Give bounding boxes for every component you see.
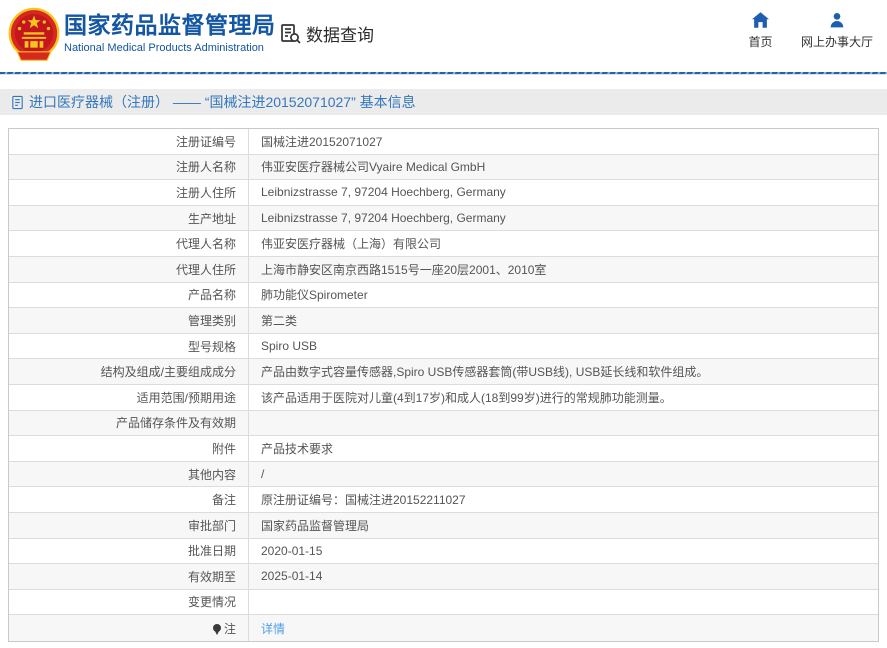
table-row: 变更情况 bbox=[9, 590, 878, 616]
row-label: 备注 bbox=[9, 487, 249, 512]
row-value bbox=[249, 590, 878, 615]
row-label: 附件 bbox=[9, 436, 249, 461]
table-row: 结构及组成/主要组成成分产品由数字式容量传感器,Spiro USB传感器套筒(带… bbox=[9, 359, 878, 385]
table-row: 产品名称肺功能仪Spirometer bbox=[9, 283, 878, 309]
row-label: 批准日期 bbox=[9, 539, 249, 564]
row-value: Spiro USB bbox=[249, 334, 878, 359]
page: 国家药品监督管理局 National Medical Products Admi… bbox=[0, 0, 887, 648]
quick-link-home[interactable]: 首页 bbox=[733, 12, 788, 50]
row-label: 注册人住所 bbox=[9, 180, 249, 205]
site-subtitle: National Medical Products Administration bbox=[64, 42, 276, 54]
row-value: 产品技术要求 bbox=[249, 436, 878, 461]
row-value: 第二类 bbox=[249, 308, 878, 333]
person-icon bbox=[829, 12, 845, 28]
breadcrumb-text: 进口医疗器械（注册） —— “国械注进20152071027” 基本信息 bbox=[29, 92, 416, 112]
row-value: 肺功能仪Spirometer bbox=[249, 283, 878, 308]
row-value: 上海市静安区南京西路1515号一座20层2001、2010室 bbox=[249, 257, 878, 282]
row-label: 产品名称 bbox=[9, 283, 249, 308]
row-label: 代理人住所 bbox=[9, 257, 249, 282]
row-value bbox=[249, 411, 878, 436]
row-label: 代理人名称 bbox=[9, 231, 249, 256]
table-row: 审批部门国家药品监督管理局 bbox=[9, 513, 878, 539]
table-row: 附件产品技术要求 bbox=[9, 436, 878, 462]
row-label: 生产地址 bbox=[9, 206, 249, 231]
info-table: 注册证编号国械注进20152071027注册人名称伟亚安医疗器械公司Vyaire… bbox=[8, 128, 879, 642]
row-value: Leibnizstrasse 7, 97204 Hoechberg, Germa… bbox=[249, 180, 878, 205]
row-value: 产品由数字式容量传感器,Spiro USB传感器套筒(带USB线), USB延长… bbox=[249, 359, 878, 384]
nav-data-query-label: 数据查询 bbox=[306, 21, 374, 46]
national-emblem-logo bbox=[6, 7, 62, 65]
quick-link-online-hall-label: 网上办事大厅 bbox=[793, 33, 881, 50]
row-label: 注册人名称 bbox=[9, 155, 249, 180]
row-label: 审批部门 bbox=[9, 513, 249, 538]
row-value: 2025-01-14 bbox=[249, 564, 878, 589]
table-row: 生产地址Leibnizstrasse 7, 97204 Hoechberg, G… bbox=[9, 206, 878, 232]
row-value: 国械注进20152071027 bbox=[249, 129, 878, 154]
brand-block: 国家药品监督管理局 National Medical Products Admi… bbox=[64, 11, 276, 54]
row-label: 其他内容 bbox=[9, 462, 249, 487]
site-header: 国家药品监督管理局 National Medical Products Admi… bbox=[0, 0, 887, 75]
table-row: 其他内容/ bbox=[9, 462, 878, 488]
row-label: 变更情况 bbox=[9, 590, 249, 615]
row-value: 原注册证编号：国械注进20152211027 bbox=[249, 487, 878, 512]
quick-link-home-label: 首页 bbox=[733, 33, 788, 50]
row-label: 型号规格 bbox=[9, 334, 249, 359]
row-label: 注 bbox=[9, 615, 249, 641]
table-row: 代理人名称伟亚安医疗器械（上海）有限公司 bbox=[9, 231, 878, 257]
table-row: 有效期至2025-01-14 bbox=[9, 564, 878, 590]
row-value: 伟亚安医疗器械（上海）有限公司 bbox=[249, 231, 878, 256]
table-row: 代理人住所上海市静安区南京西路1515号一座20层2001、2010室 bbox=[9, 257, 878, 283]
table-row: 注册人名称伟亚安医疗器械公司Vyaire Medical GmbH bbox=[9, 155, 878, 181]
header-divider bbox=[0, 72, 887, 75]
row-label: 结构及组成/主要组成成分 bbox=[9, 359, 249, 384]
table-row: 备注原注册证编号：国械注进20152211027 bbox=[9, 487, 878, 513]
table-row: 型号规格Spiro USB bbox=[9, 334, 878, 360]
row-value: 详情 bbox=[249, 615, 878, 641]
table-row: 管理类别第二类 bbox=[9, 308, 878, 334]
row-label: 适用范围/预期用途 bbox=[9, 385, 249, 410]
home-icon bbox=[752, 12, 769, 28]
table-row: 注册人住所Leibnizstrasse 7, 97204 Hoechberg, … bbox=[9, 180, 878, 206]
document-icon bbox=[10, 95, 25, 110]
row-value: 2020-01-15 bbox=[249, 539, 878, 564]
pin-icon bbox=[213, 624, 221, 632]
row-value: 国家药品监督管理局 bbox=[249, 513, 878, 538]
quick-link-online-hall[interactable]: 网上办事大厅 bbox=[793, 12, 881, 50]
row-label: 注册证编号 bbox=[9, 129, 249, 154]
table-row: 批准日期2020-01-15 bbox=[9, 539, 878, 565]
detail-link[interactable]: 详情 bbox=[261, 620, 285, 637]
row-value: / bbox=[249, 462, 878, 487]
nav-data-query[interactable]: 数据查询 bbox=[278, 21, 374, 46]
table-row: 产品储存条件及有效期 bbox=[9, 411, 878, 437]
row-value: Leibnizstrasse 7, 97204 Hoechberg, Germa… bbox=[249, 206, 878, 231]
document-search-icon bbox=[278, 22, 302, 46]
row-label: 管理类别 bbox=[9, 308, 249, 333]
row-label: 产品储存条件及有效期 bbox=[9, 411, 249, 436]
site-title: 国家药品监督管理局 bbox=[64, 11, 276, 39]
table-row: 注详情 bbox=[9, 615, 878, 641]
row-value: 该产品适用于医院对儿童(4到17岁)和成人(18到99岁)进行的常规肺功能测量。 bbox=[249, 385, 878, 410]
row-value: 伟亚安医疗器械公司Vyaire Medical GmbH bbox=[249, 155, 878, 180]
breadcrumb-bar: 进口医疗器械（注册） —— “国械注进20152071027” 基本信息 bbox=[0, 89, 887, 115]
table-row: 注册证编号国械注进20152071027 bbox=[9, 129, 878, 155]
table-row: 适用范围/预期用途该产品适用于医院对儿童(4到17岁)和成人(18到99岁)进行… bbox=[9, 385, 878, 411]
row-label: 有效期至 bbox=[9, 564, 249, 589]
